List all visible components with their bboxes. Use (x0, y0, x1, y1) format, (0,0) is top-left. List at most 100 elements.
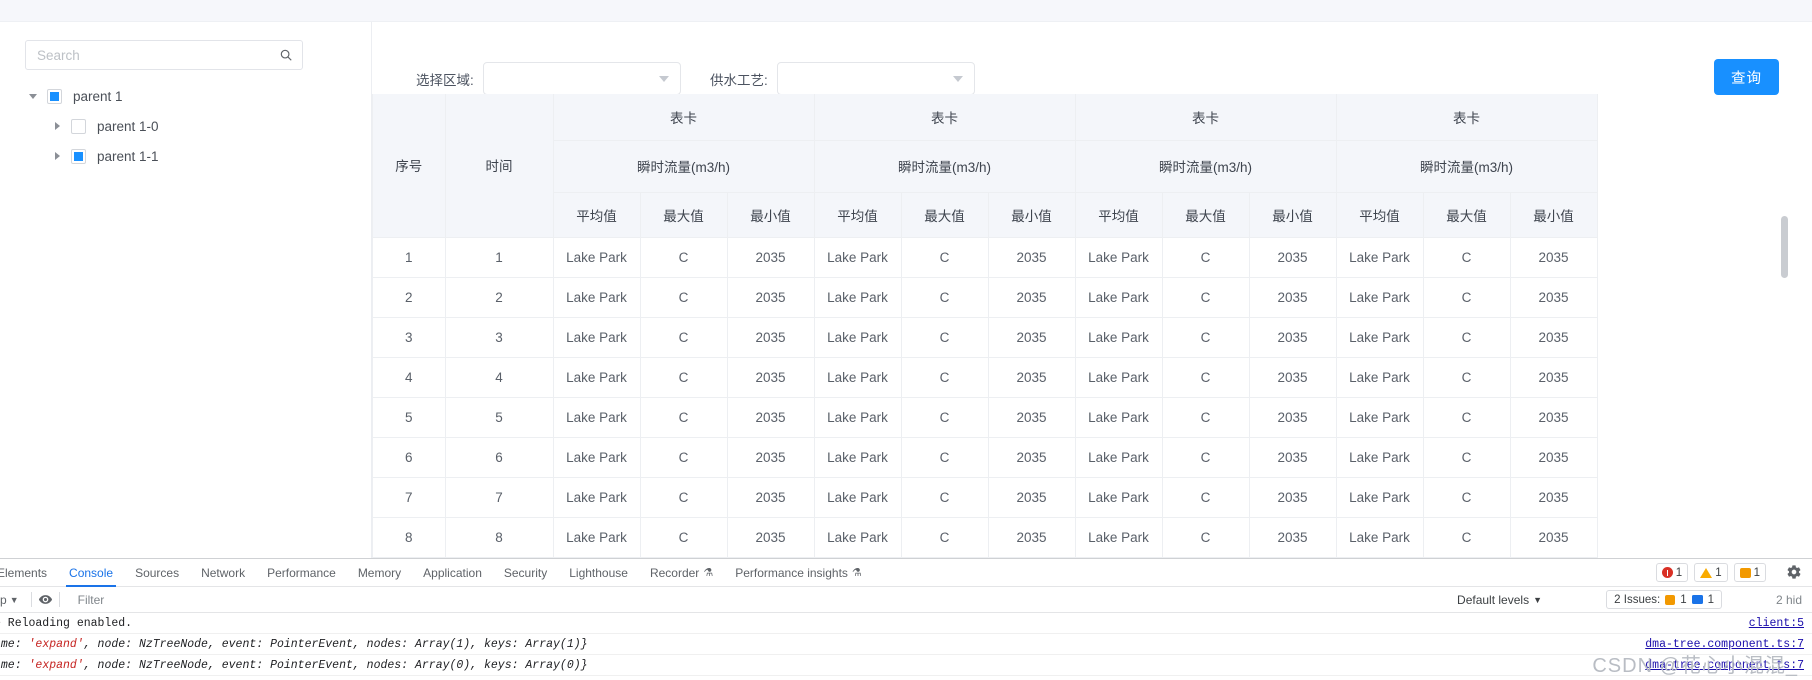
console-log-row[interactable]: ame: 'expand', node: NzTreeNode, event: … (0, 634, 1812, 655)
checkbox-parent-1[interactable] (47, 88, 62, 104)
cell-value: 2035 (1249, 397, 1337, 438)
tree-node-parent-1-0[interactable]: parent 1-0 (49, 114, 345, 138)
cell-value: Lake Park (814, 397, 902, 438)
console-log-source-link[interactable]: dma-tree.component.ts:7 (1645, 638, 1804, 651)
cell-value: C (901, 517, 989, 558)
data-table: 序号 时间 表卡 表卡 表卡 表卡 瞬时流量(m3/h) 瞬时流量(m3/h) … (373, 94, 1598, 558)
cell-value: Lake Park (1075, 437, 1163, 478)
console-output[interactable]: e Reloading enabled. client:5 ame: 'expand… (0, 613, 1812, 679)
th-metric-2: 瞬时流量(m3/h) (1075, 140, 1337, 193)
console-log-row[interactable]: e Reloading enabled. client:5 (0, 613, 1812, 634)
tree-node-parent-1[interactable]: parent 1 (25, 84, 345, 108)
context-selector[interactable]: p ▼ (0, 593, 25, 607)
table-row[interactable]: 1 1 Lake Park C 2035 Lake Park C 2035 Lake Park C… (373, 237, 1598, 278)
devtools-tab-sources[interactable]: Sources (124, 559, 190, 587)
caret-right-icon[interactable] (49, 118, 65, 134)
th-stat-8: 最小值 (1249, 192, 1337, 238)
cell-value: C (640, 437, 728, 478)
gear-icon[interactable] (1786, 564, 1802, 580)
devtools-tab-network[interactable]: Network (190, 559, 256, 587)
cell-value: Lake Park (553, 277, 641, 318)
devtools-tab-security[interactable]: Security (493, 559, 558, 587)
process-select[interactable] (776, 62, 975, 95)
cell-value: C (1162, 357, 1250, 398)
cell-value: 2035 (727, 237, 815, 278)
cell-value: C (1423, 517, 1511, 558)
cell-value: Lake Park (553, 237, 641, 278)
caret-down-icon[interactable] (25, 88, 41, 104)
tree-node-parent-1-1[interactable]: parent 1-1 (49, 144, 345, 168)
log-levels-label: Default levels (1457, 592, 1530, 607)
console-log-source-link[interactable]: client:5 (1749, 617, 1804, 630)
cell-value: 2035 (1249, 517, 1337, 558)
cell-value: C (901, 397, 989, 438)
th-stat-2: 最小值 (727, 192, 815, 238)
cell-value: C (640, 277, 728, 318)
cell-value: 2035 (1249, 237, 1337, 278)
cell-value: Lake Park (814, 317, 902, 358)
cell-value: Lake Park (1075, 517, 1163, 558)
search-box[interactable] (25, 40, 303, 70)
region-select[interactable] (482, 62, 681, 95)
cell-seq: 6 (373, 437, 446, 478)
table-scroll-area[interactable]: 序号 时间 表卡 表卡 表卡 表卡 瞬时流量(m3/h) 瞬时流量(m3/h) … (372, 94, 1792, 558)
warning-count: 1 (1715, 566, 1722, 579)
devtools-tab-lighthouse[interactable]: Lighthouse (558, 559, 639, 587)
devtools-tab-elements[interactable]: Elements (0, 559, 58, 587)
table-row[interactable]: 2 2 Lake Park C 2035 Lake Park C 2035 Lake Park C… (373, 277, 1598, 318)
tree-node-label: parent 1-0 (97, 118, 159, 134)
console-filter-input[interactable] (75, 589, 636, 610)
search-input[interactable] (26, 41, 302, 69)
table-row[interactable]: 4 4 Lake Park C 2035 Lake Park C 2035 Lake Park C… (373, 357, 1598, 398)
table-head: 序号 时间 表卡 表卡 表卡 表卡 瞬时流量(m3/h) 瞬时流量(m3/h) … (373, 94, 1598, 238)
devtools-tab-console[interactable]: Console (58, 559, 124, 587)
table-row[interactable]: 5 5 Lake Park C 2035 Lake Park C 2035 Lake Park C… (373, 397, 1598, 438)
cell-value: 2035 (988, 317, 1076, 358)
console-log-row[interactable]: ame: 'expand', node: NzTreeNode, event: … (0, 655, 1812, 676)
eye-icon[interactable] (38, 592, 53, 607)
cell-value: Lake Park (1336, 517, 1424, 558)
devtools-tab-performance[interactable]: Performance (256, 559, 347, 587)
issue-warning-icon (1665, 594, 1676, 605)
search-icon[interactable] (279, 48, 293, 62)
devtools-tab-label: Lighthouse (569, 565, 628, 580)
info-count-badge[interactable]: 1 (1733, 563, 1766, 582)
query-button[interactable]: 查询 (1714, 59, 1779, 95)
checkbox-parent-1-0[interactable] (71, 118, 86, 134)
cell-value: Lake Park (1075, 317, 1163, 358)
cell-value: Lake Park (1075, 357, 1163, 398)
cell-value: Lake Park (814, 437, 902, 478)
caret-right-icon[interactable] (49, 148, 65, 164)
devtools-tab-memory[interactable]: Memory (347, 559, 412, 587)
table-row[interactable]: 7 7 Lake Park C 2035 Lake Park C 2035 Lake Park C… (373, 477, 1598, 518)
th-stat-6: 平均值 (1075, 192, 1163, 238)
cell-value: 2035 (988, 357, 1076, 398)
cell-value: Lake Park (1336, 437, 1424, 478)
issues-badge[interactable]: 2 Issues: 1 1 (1606, 590, 1722, 609)
checkbox-parent-1-1[interactable] (71, 148, 86, 164)
hidden-messages-label: 2 hid (1775, 592, 1802, 607)
devtools-tab-application[interactable]: Application (412, 559, 493, 587)
devtools-tab-performance-insights[interactable]: Performance insights ⚗ (724, 559, 873, 587)
devtools-tab-label: Performance insights (735, 565, 848, 580)
table-scrollbar-thumb[interactable] (1781, 216, 1788, 278)
th-stat-10: 最大值 (1423, 192, 1511, 238)
devtools-tab-label: Security (503, 565, 548, 580)
cell-value: 2035 (727, 517, 815, 558)
devtools-tab-label: Console (69, 565, 114, 580)
th-stat-5: 最小值 (988, 192, 1076, 238)
table-scrollbar-track[interactable] (1780, 94, 1791, 558)
table-row[interactable]: 8 8 Lake Park C 2035 Lake Park C 2035 Lake Park C… (373, 517, 1598, 558)
error-count-badge[interactable]: 1 (1655, 563, 1689, 582)
devtools-tab-label: Elements (0, 565, 48, 580)
table-container: 序号 时间 表卡 表卡 表卡 表卡 瞬时流量(m3/h) 瞬时流量(m3/h) … (338, 94, 1792, 558)
log-levels-selector[interactable]: Default levels ▼ (1457, 593, 1542, 607)
console-log-source-link[interactable]: dma-tree.component.ts:7 (1645, 659, 1804, 672)
warning-count-badge[interactable]: 1 (1694, 563, 1728, 582)
cell-value: C (1423, 397, 1511, 438)
devtools-tab-recorder[interactable]: Recorder ⚗ (639, 559, 724, 587)
cell-value: 2035 (1510, 397, 1598, 438)
cell-value: Lake Park (814, 277, 902, 318)
table-row[interactable]: 3 3 Lake Park C 2035 Lake Park C 2035 Lake Park C… (373, 317, 1598, 358)
table-row[interactable]: 6 6 Lake Park C 2035 Lake Park C 2035 Lake Park C… (373, 437, 1598, 478)
